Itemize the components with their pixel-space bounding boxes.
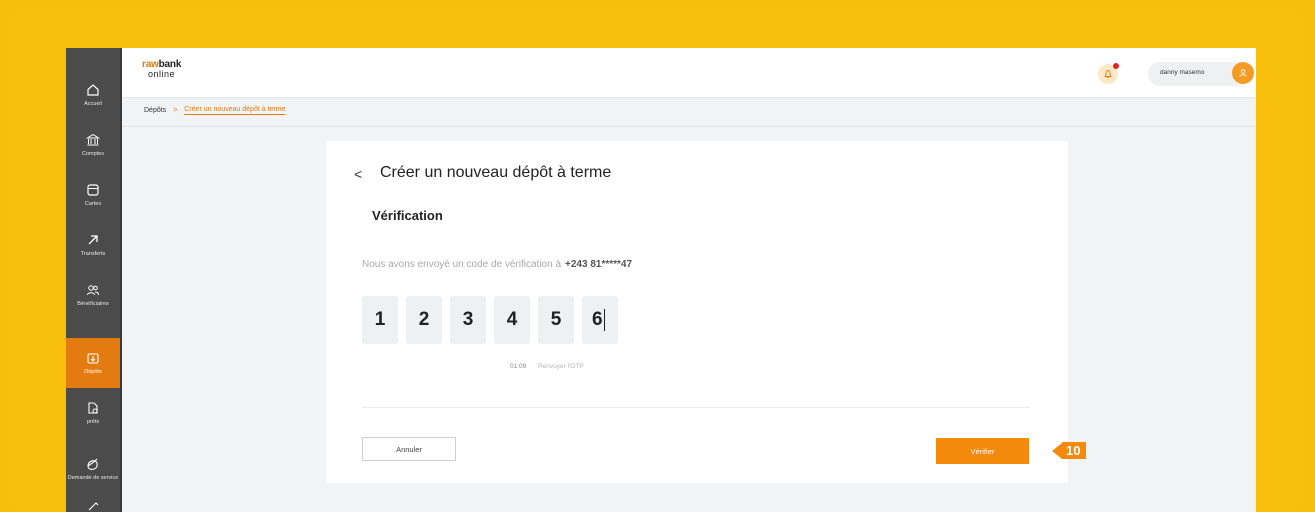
user-name: danny masemo [1160,69,1205,76]
sidebar-item-demande-service[interactable]: Demande de service [66,442,120,496]
step-marker: 10 [1052,442,1087,459]
breadcrumb-current: Créer un nouveau dépôt à terme [184,106,286,115]
divider [362,407,1030,408]
sidebar-item-cartes[interactable]: Cartes [66,170,120,220]
verification-note: Nous avons envoyé un code de vérificatio… [362,259,633,270]
step-number: 10 [1062,442,1087,459]
resend-otp-link[interactable]: Renvoyer l'OTP [538,363,584,370]
sidebar-item-label: Demande de service [67,475,119,482]
otp-digit-5[interactable]: 5 [538,296,574,344]
sidebar-item-label: Bénéficiaires [77,301,109,308]
text-caret [603,309,605,331]
sidebar-item-comptes[interactable]: Comptes [66,120,120,170]
otp-digit-4[interactable]: 4 [494,296,530,344]
breadcrumb: Dépôts > Créer un nouveau dépôt à terme [144,106,286,115]
sidebar-item-label: Accueil [84,101,102,108]
service-icon [85,456,101,472]
otp-digit-3[interactable]: 3 [450,296,486,344]
sidebar-item-transferts[interactable]: Transferts [66,220,120,270]
arrow-up-right-icon [85,232,101,248]
sidebar-item-label: Dépôts [84,369,102,376]
sidebar-item-more[interactable] [66,496,120,512]
sidebar-item-label: Cartes [84,201,102,208]
bell-icon [1104,70,1112,78]
top-header: rawbank online danny masemo [122,48,1256,98]
verification-card: < Créer un nouveau dépôt à terme Vérific… [326,141,1068,483]
home-icon [85,82,101,98]
otp-digit-6[interactable]: 6 [582,296,618,344]
users-icon [85,282,101,298]
breadcrumb-depots[interactable]: Dépôts [144,107,166,114]
cancel-button[interactable]: Annuler [362,437,456,461]
breadcrumb-divider [122,126,1256,127]
loan-icon [85,400,101,416]
deposit-icon [85,350,101,366]
card-icon [85,182,101,198]
back-button[interactable]: < [354,166,362,182]
otp-timer: 01:09 [510,363,527,370]
sidebar-item-label: Transferts [80,251,106,258]
avatar[interactable] [1232,62,1254,84]
verify-button[interactable]: Vérifier [936,438,1029,464]
otp-digit-2[interactable]: 2 [406,296,442,344]
sidebar-edge [120,48,122,512]
sidebar: Accueil Comptes Cartes Transferts Bénéfi… [66,48,120,512]
otp-digit-1[interactable]: 1 [362,296,398,344]
rawbank-logo[interactable]: rawbank online [142,60,181,79]
sidebar-item-depots[interactable]: Dépôts [66,338,120,388]
sidebar-item-label: Comptes [81,151,104,158]
notification-dot [1113,63,1119,69]
bank-icon [85,132,101,148]
sidebar-item-label: prêts [86,419,100,426]
masked-phone: +243 81*****47 [565,259,633,270]
sidebar-item-beneficiaires[interactable]: Bénéficiaires [66,270,120,320]
tag-icon [85,498,101,512]
notification-bell-button[interactable] [1098,63,1119,84]
step-marker-pointer [1052,442,1062,459]
section-title: Vérification [372,208,443,223]
page-title: Créer un nouveau dépôt à terme [380,164,612,181]
sidebar-item-accueil[interactable]: Accueil [66,70,120,120]
sidebar-item-prets[interactable]: prêts [66,388,120,438]
breadcrumb-separator: > [173,107,178,114]
user-icon [1239,69,1247,77]
